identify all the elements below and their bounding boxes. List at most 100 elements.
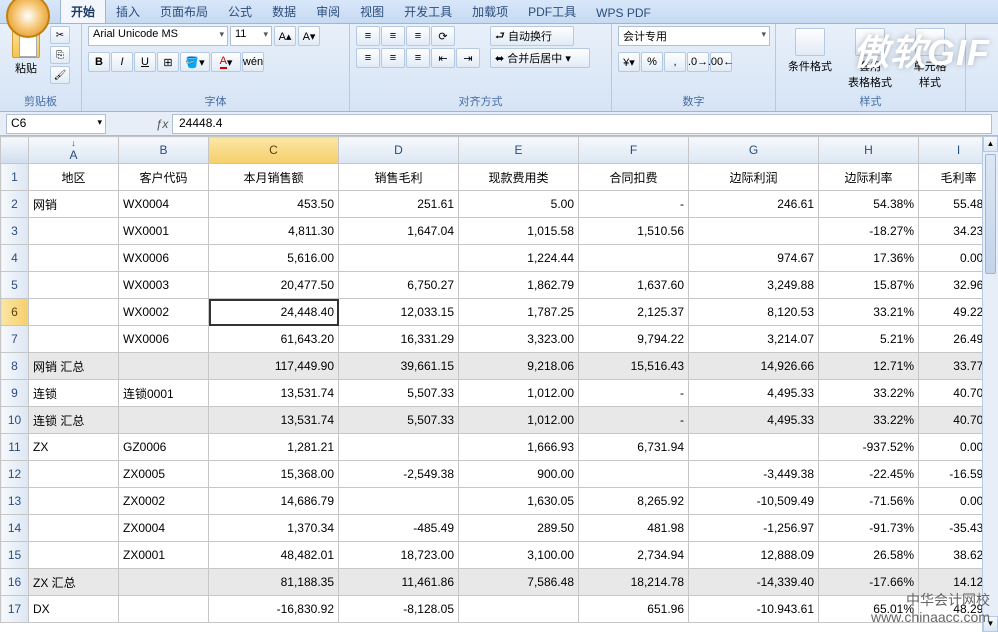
cell[interactable]: 8,120.53 xyxy=(689,299,819,326)
row-header-11[interactable]: 11 xyxy=(1,434,29,461)
cell[interactable]: 900.00 xyxy=(459,461,579,488)
underline-button[interactable]: U xyxy=(134,52,156,72)
cell[interactable] xyxy=(29,542,119,569)
cell[interactable]: 3,249.88 xyxy=(689,272,819,299)
select-all-corner[interactable] xyxy=(1,137,29,164)
cell[interactable] xyxy=(29,326,119,353)
cell[interactable] xyxy=(579,245,689,272)
cell[interactable]: -18.27% xyxy=(819,218,919,245)
header-cell[interactable]: 合同扣费 xyxy=(579,164,689,191)
vertical-scrollbar[interactable]: ▲ ▼ xyxy=(982,136,998,632)
cell[interactable]: -1,256.97 xyxy=(689,515,819,542)
align-top-button[interactable]: ≡ xyxy=(356,26,380,46)
cell[interactable]: -10.943.61 xyxy=(689,596,819,623)
cell[interactable]: -22.45% xyxy=(819,461,919,488)
header-cell[interactable]: 地区 xyxy=(29,164,119,191)
cell[interactable]: 16,331.29 xyxy=(339,326,459,353)
cell[interactable]: 81,188.35 xyxy=(209,569,339,596)
row-header-17[interactable]: 17 xyxy=(1,596,29,623)
tab-5[interactable]: 审阅 xyxy=(306,0,350,23)
cell[interactable] xyxy=(339,245,459,272)
cell[interactable]: 5,507.33 xyxy=(339,407,459,434)
cell[interactable] xyxy=(119,569,209,596)
cell[interactable]: 3,100.00 xyxy=(459,542,579,569)
col-header-C[interactable]: C xyxy=(209,137,339,164)
cell[interactable]: 连锁0001 xyxy=(119,380,209,407)
col-header-A[interactable]: ↓A xyxy=(29,137,119,164)
table-format-button[interactable]: 套用 表格格式 xyxy=(842,26,898,90)
cell[interactable]: 7,586.48 xyxy=(459,569,579,596)
cell[interactable]: 13,531.74 xyxy=(209,407,339,434)
cell[interactable]: 连锁 xyxy=(29,380,119,407)
spreadsheet-grid[interactable]: ↓ABCDEFGHI1地区客户代码本月销售额销售毛利现款费用类合同扣费边际利润边… xyxy=(0,136,997,632)
orientation-button[interactable]: ⟳ xyxy=(431,26,455,46)
row-header-10[interactable]: 10 xyxy=(1,407,29,434)
scroll-up-button[interactable]: ▲ xyxy=(983,136,998,152)
cell[interactable]: 14,686.79 xyxy=(209,488,339,515)
cell[interactable]: 26.58% xyxy=(819,542,919,569)
cell[interactable]: 3,214.07 xyxy=(689,326,819,353)
cell[interactable]: 9,794.22 xyxy=(579,326,689,353)
decrease-font-button[interactable]: A▾ xyxy=(298,26,320,46)
align-center-button[interactable]: ≡ xyxy=(381,48,405,68)
cell[interactable]: - xyxy=(579,191,689,218)
tab-8[interactable]: 加载项 xyxy=(462,0,518,23)
cell[interactable]: 15,516.43 xyxy=(579,353,689,380)
cell[interactable] xyxy=(119,596,209,623)
cell[interactable]: -3,449.38 xyxy=(689,461,819,488)
cell[interactable]: 5.21% xyxy=(819,326,919,353)
cell[interactable]: 54.38% xyxy=(819,191,919,218)
align-right-button[interactable]: ≡ xyxy=(406,48,430,68)
cell[interactable]: -91.73% xyxy=(819,515,919,542)
increase-decimal-button[interactable]: .0→ xyxy=(687,52,709,72)
scroll-thumb[interactable] xyxy=(985,154,996,274)
header-cell[interactable]: 边际利润 xyxy=(689,164,819,191)
header-cell[interactable]: 客户代码 xyxy=(119,164,209,191)
currency-button[interactable]: ¥▾ xyxy=(618,52,640,72)
font-size-combo[interactable]: 11 xyxy=(230,26,272,46)
cell[interactable]: ZX0005 xyxy=(119,461,209,488)
cell[interactable]: 18,723.00 xyxy=(339,542,459,569)
cell[interactable]: ZX xyxy=(29,434,119,461)
cell[interactable]: -937.52% xyxy=(819,434,919,461)
cell[interactable]: 1,510.56 xyxy=(579,218,689,245)
cell[interactable]: 481.98 xyxy=(579,515,689,542)
row-header-9[interactable]: 9 xyxy=(1,380,29,407)
font-color-button[interactable]: A▾ xyxy=(211,52,241,72)
cell[interactable]: 17.36% xyxy=(819,245,919,272)
cell[interactable]: -2,549.38 xyxy=(339,461,459,488)
cell[interactable]: ZX 汇总 xyxy=(29,569,119,596)
cell[interactable] xyxy=(689,434,819,461)
cell[interactable]: 8,265.92 xyxy=(579,488,689,515)
col-header-E[interactable]: E xyxy=(459,137,579,164)
cell[interactable]: 11,461.86 xyxy=(339,569,459,596)
cell[interactable]: 453.50 xyxy=(209,191,339,218)
row-header-6[interactable]: 6 xyxy=(1,299,29,326)
cell[interactable]: 12,033.15 xyxy=(339,299,459,326)
header-cell[interactable]: 销售毛利 xyxy=(339,164,459,191)
cell[interactable]: 15.87% xyxy=(819,272,919,299)
align-middle-button[interactable]: ≡ xyxy=(381,26,405,46)
cell[interactable] xyxy=(29,515,119,542)
percent-button[interactable]: % xyxy=(641,52,663,72)
cell[interactable]: 连锁 汇总 xyxy=(29,407,119,434)
col-header-F[interactable]: F xyxy=(579,137,689,164)
cell[interactable]: 1,637.60 xyxy=(579,272,689,299)
cell[interactable]: -71.56% xyxy=(819,488,919,515)
cell[interactable]: 39,661.15 xyxy=(339,353,459,380)
row-header-7[interactable]: 7 xyxy=(1,326,29,353)
cell[interactable]: 9,218.06 xyxy=(459,353,579,380)
cell[interactable]: WX0001 xyxy=(119,218,209,245)
cell[interactable]: 651.96 xyxy=(579,596,689,623)
cut-button[interactable]: ✂ xyxy=(50,26,70,44)
cell[interactable] xyxy=(29,461,119,488)
tab-2[interactable]: 页面布局 xyxy=(150,0,218,23)
header-cell[interactable]: 现款费用类 xyxy=(459,164,579,191)
increase-indent-button[interactable]: ⇥ xyxy=(456,48,480,68)
row-header-4[interactable]: 4 xyxy=(1,245,29,272)
number-format-combo[interactable]: 会计专用 xyxy=(618,26,770,46)
row-header-14[interactable]: 14 xyxy=(1,515,29,542)
cell[interactable]: 1,647.04 xyxy=(339,218,459,245)
cell[interactable]: 1,012.00 xyxy=(459,380,579,407)
cell[interactable]: 33.21% xyxy=(819,299,919,326)
